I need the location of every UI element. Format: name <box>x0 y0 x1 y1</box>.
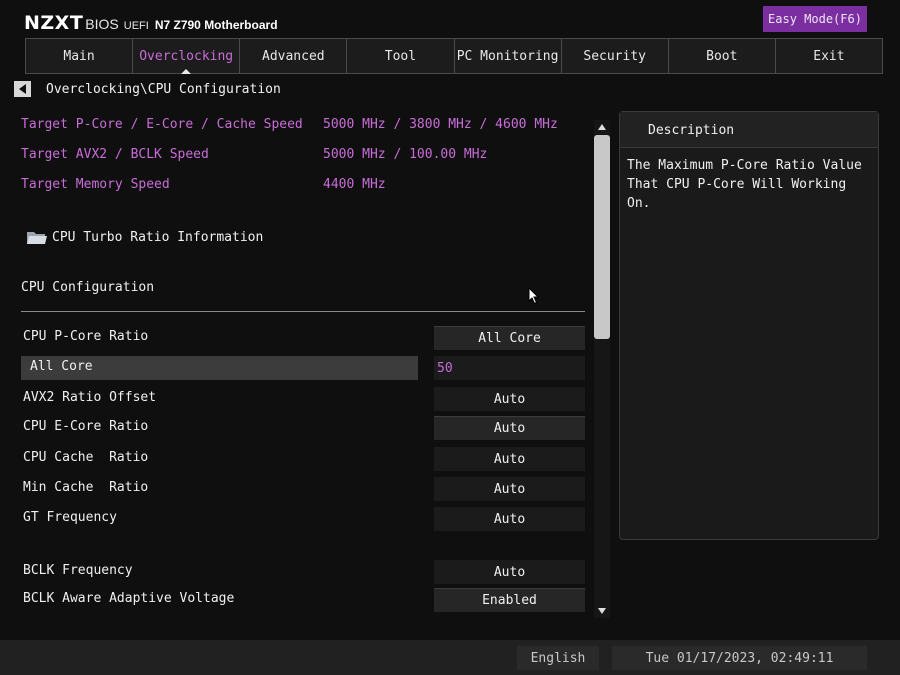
setting-label: CPU P-Core Ratio <box>23 329 149 344</box>
setting-label: BCLK Aware Adaptive Voltage <box>23 591 235 606</box>
setting-label: CPU Cache Ratio <box>23 450 149 465</box>
setting-label: CPU E-Core Ratio <box>23 419 149 434</box>
tab-advanced[interactable]: Advanced <box>239 38 348 74</box>
datetime-display: Tue 01/17/2023, 02:49:11 <box>612 646 867 670</box>
scroll-up-button[interactable] <box>594 120 610 134</box>
description-text: The Maximum P-Core Ratio Value That CPU … <box>627 158 862 211</box>
brand-logo: NZXT BIOS UEFI N7 Z790 Motherboard <box>24 12 278 34</box>
cpu-p-core-ratio-select[interactable]: All Core <box>434 326 585 350</box>
target-speed-label: Target P-Core / E-Core / Cache Speed <box>21 117 303 132</box>
target-memory-label: Target Memory Speed <box>21 177 170 192</box>
tab-boot[interactable]: Boot <box>667 38 776 74</box>
breadcrumb: Overclocking\CPU Configuration <box>46 81 281 97</box>
uefi-label: UEFI <box>123 20 149 32</box>
description-title: Description <box>620 112 878 148</box>
target-avx2-row: Target AVX2 / BCLK Speed 5000 MHz / 100.… <box>21 147 487 165</box>
scroll-thumb[interactable] <box>594 135 610 339</box>
language-selector[interactable]: English <box>517 646 599 670</box>
scroll-down-icon <box>598 608 606 614</box>
breadcrumb-bar: Overclocking\CPU Configuration <box>14 80 281 98</box>
scrollbar[interactable] <box>594 120 610 618</box>
target-avx2-value: 5000 MHz / 100.00 MHz <box>323 147 488 162</box>
setting-label: All Core <box>21 356 418 380</box>
setting-cpu-cache-ratio: CPU Cache Ratio Auto <box>21 447 585 471</box>
cpu-cache-ratio-select[interactable]: Auto <box>434 447 585 471</box>
back-arrow-icon <box>18 84 26 94</box>
setting-all-core: All Core <box>21 356 585 380</box>
avx2-ratio-offset-select[interactable]: Auto <box>434 387 585 411</box>
target-avx2-label: Target AVX2 / BCLK Speed <box>21 147 209 162</box>
folder-icon <box>27 232 47 244</box>
bclk-aware-adaptive-voltage-select[interactable]: Enabled <box>434 588 585 612</box>
setting-cpu-p-core-ratio: CPU P-Core Ratio All Core <box>21 326 585 350</box>
cpu-e-core-ratio-select[interactable]: Auto <box>434 416 585 440</box>
tab-overclocking[interactable]: Overclocking <box>132 38 241 74</box>
bios-label: BIOS <box>85 16 119 32</box>
tab-main[interactable]: Main <box>25 38 134 74</box>
bclk-frequency-select[interactable]: Auto <box>434 560 585 584</box>
description-panel: Description The Maximum P-Core Ratio Val… <box>619 111 879 540</box>
setting-label: Min Cache Ratio <box>23 480 149 495</box>
tab-pc-monitoring[interactable]: PC Monitoring <box>453 38 562 74</box>
easy-mode-button[interactable]: Easy Mode(F6) <box>763 6 867 32</box>
header: NZXT BIOS UEFI N7 Z790 Motherboard Easy … <box>0 0 900 36</box>
cpu-turbo-ratio-submenu[interactable]: CPU Turbo Ratio Information <box>26 228 263 246</box>
setting-gt-frequency: GT Frequency Auto <box>21 507 585 531</box>
scroll-down-button[interactable] <box>594 604 610 618</box>
min-cache-ratio-select[interactable]: Auto <box>434 477 585 501</box>
tab-tool[interactable]: Tool <box>346 38 455 74</box>
target-memory-value: 4400 MHz <box>323 177 386 192</box>
setting-cpu-e-core-ratio: CPU E-Core Ratio Auto <box>21 416 585 440</box>
all-core-ratio-input[interactable] <box>434 356 585 380</box>
brand-name: NZXT <box>24 12 84 34</box>
setting-label: BCLK Frequency <box>23 563 133 578</box>
scroll-up-icon <box>598 124 606 130</box>
section-title: CPU Configuration <box>21 280 155 295</box>
setting-min-cache-ratio: Min Cache Ratio Auto <box>21 477 585 501</box>
setting-avx2-ratio-offset: AVX2 Ratio Offset Auto <box>21 387 585 411</box>
mouse-cursor-icon <box>528 287 540 305</box>
section-divider <box>21 311 585 312</box>
tab-exit[interactable]: Exit <box>774 38 883 74</box>
setting-label: GT Frequency <box>23 510 117 525</box>
tab-security[interactable]: Security <box>560 38 669 74</box>
target-memory-row: Target Memory Speed 4400 MHz <box>21 177 386 195</box>
settings-panel: Target P-Core / E-Core / Cache Speed 500… <box>0 108 610 620</box>
main-nav: Main Overclocking Advanced Tool PC Monit… <box>25 38 883 74</box>
target-speed-value: 5000 MHz / 3800 MHz / 4600 MHz <box>323 117 558 132</box>
setting-bclk-aware-adaptive-voltage: BCLK Aware Adaptive Voltage Enabled <box>21 588 585 612</box>
footer: English Tue 01/17/2023, 02:49:11 <box>0 640 900 675</box>
back-button[interactable] <box>14 81 31 97</box>
setting-bclk-frequency: BCLK Frequency Auto <box>21 560 585 584</box>
submenu-label: CPU Turbo Ratio Information <box>52 229 264 245</box>
gt-frequency-select[interactable]: Auto <box>434 507 585 531</box>
model-name: N7 Z790 Motherboard <box>154 18 278 32</box>
target-speed-row: Target P-Core / E-Core / Cache Speed 500… <box>21 117 558 135</box>
setting-label: AVX2 Ratio Offset <box>23 390 157 405</box>
